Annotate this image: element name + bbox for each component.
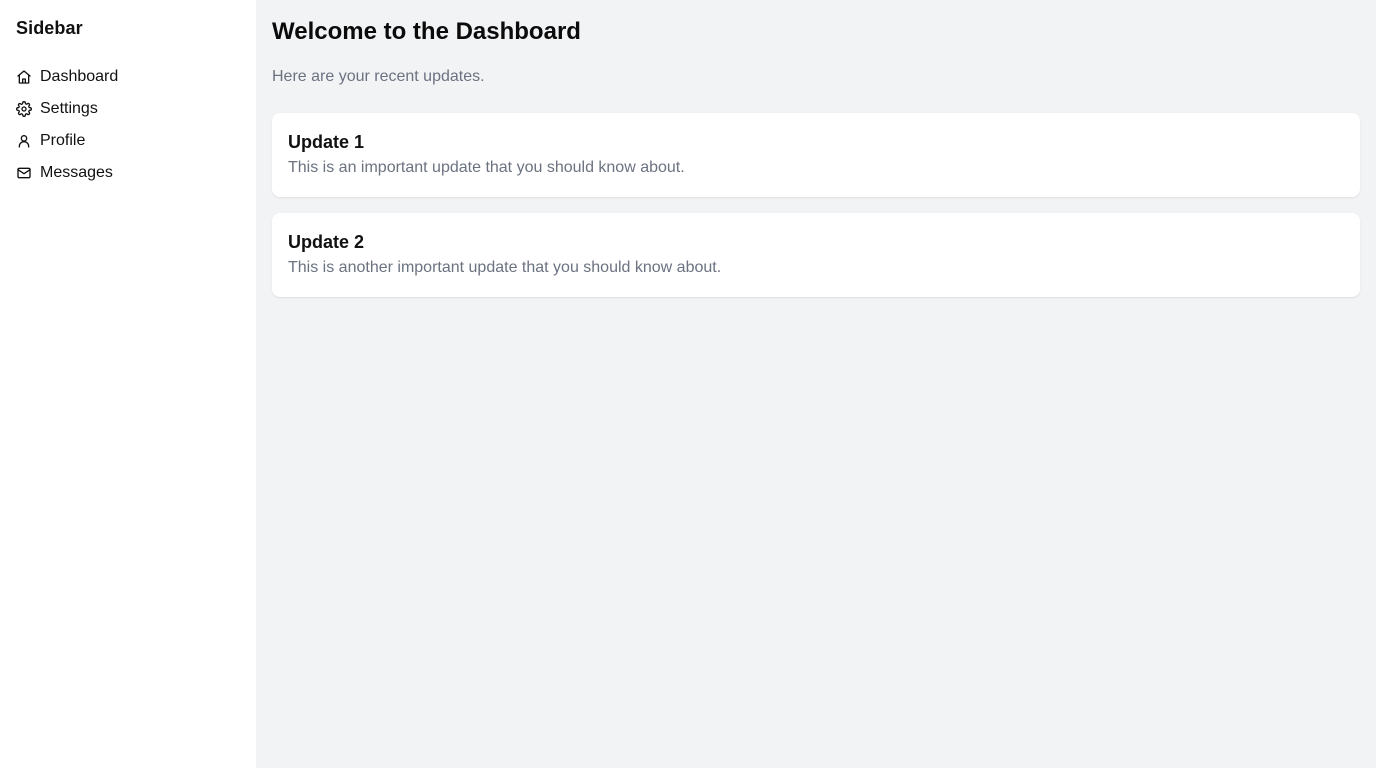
mail-icon [16,165,32,181]
sidebar-item-label: Dashboard [40,68,119,85]
update-card: Update 1 This is an important update tha… [272,113,1360,197]
sidebar-item-messages[interactable]: Messages [16,157,240,189]
user-icon [16,133,32,149]
update-title: Update 2 [288,232,365,252]
page-subtitle: Here are your recent updates. [272,68,485,85]
update-title: Update 1 [288,132,365,152]
sidebar-nav: Dashboard Settings Profile Messages [16,61,240,189]
update-text: This is another important update that yo… [288,259,722,276]
page-title: Welcome to the Dashboard [272,18,581,45]
sidebar-title: Sidebar [16,18,83,38]
home-icon [16,69,32,85]
updates-list: Update 1 This is an important update tha… [272,113,1360,297]
app-root: Sidebar Dashboard Settings Profile Messa… [0,0,1376,768]
sidebar-item-dashboard[interactable]: Dashboard [16,61,240,93]
sidebar-item-profile[interactable]: Profile [16,125,240,157]
update-text: This is an important update that you sho… [288,159,685,176]
update-card: Update 2 This is another important updat… [272,213,1360,297]
sidebar-item-label: Messages [40,164,113,181]
gear-icon [16,101,32,117]
sidebar-item-label: Profile [40,132,86,149]
sidebar-item-label: Settings [40,100,98,117]
sidebar: Sidebar Dashboard Settings Profile Messa… [0,0,256,768]
sidebar-item-settings[interactable]: Settings [16,93,240,125]
main-content: Welcome to the Dashboard Here are your r… [256,0,1376,768]
